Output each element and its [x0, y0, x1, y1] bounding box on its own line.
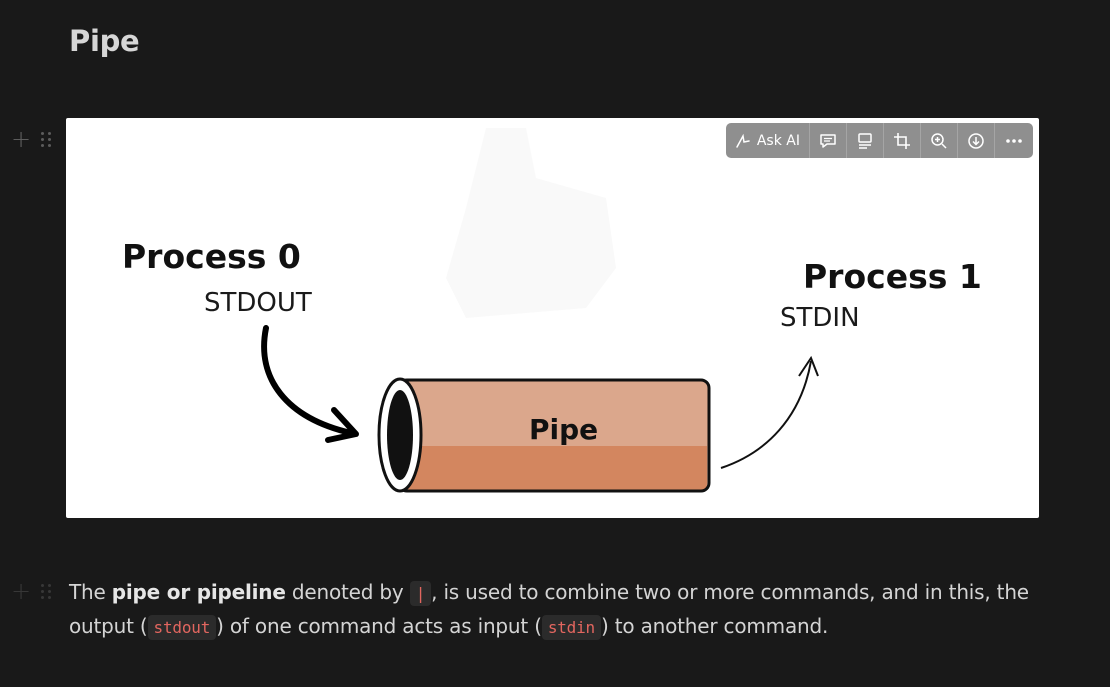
- add-block-icon[interactable]: +: [11, 127, 31, 151]
- download-button[interactable]: [958, 123, 995, 158]
- pipe-diagram: Process 0 STDOUT Process 1 STDIN Pipe: [122, 128, 982, 493]
- stdin-arrow: [720, 360, 812, 469]
- ask-ai-label: Ask AI: [756, 132, 800, 149]
- process0-stream: STDOUT: [204, 288, 312, 318]
- process1-title: Process 1: [803, 257, 982, 296]
- description-paragraph: The pipe or pipeline denoted by |, is us…: [69, 576, 1029, 644]
- process0-title: Process 0: [122, 237, 301, 276]
- add-block-icon[interactable]: +: [11, 579, 31, 603]
- pipe-label: Pipe: [529, 413, 598, 446]
- inline-code-stdin: stdin: [541, 615, 601, 640]
- inline-code-stdout: stdout: [147, 615, 217, 640]
- page-title: Pipe: [69, 24, 140, 58]
- crop-button[interactable]: [884, 123, 921, 158]
- process1-stream: STDIN: [780, 303, 860, 333]
- ai-sparkle-icon: [735, 133, 751, 149]
- more-button[interactable]: [995, 123, 1033, 158]
- zoom-in-icon: [930, 132, 948, 150]
- zoom-in-button[interactable]: [921, 123, 958, 158]
- comment-button[interactable]: [810, 123, 847, 158]
- pipe-diagram-image[interactable]: Process 0 STDOUT Process 1 STDIN Pipe As…: [66, 118, 1039, 518]
- comment-icon: [819, 132, 837, 150]
- paragraph-text: The: [69, 580, 112, 604]
- drag-handle-icon[interactable]: [41, 131, 52, 147]
- paragraph-bold-text: pipe or pipeline: [111, 580, 286, 604]
- ask-ai-button[interactable]: Ask AI: [726, 123, 810, 158]
- paragraph-text: ) to another command.: [600, 614, 829, 638]
- download-icon: [967, 132, 985, 150]
- image-toolbar: Ask AI: [725, 123, 1033, 158]
- paragraph-block-handle[interactable]: +: [11, 579, 52, 603]
- caption-button[interactable]: [847, 123, 884, 158]
- caption-icon: [856, 132, 874, 150]
- more-icon: [1004, 132, 1024, 150]
- inline-code-pipe: |: [409, 581, 432, 606]
- crop-icon: [893, 132, 911, 150]
- drag-handle-icon[interactable]: [41, 583, 52, 599]
- paragraph-text: denoted by: [285, 580, 410, 604]
- paragraph-text: ) of one command acts as input (: [216, 614, 542, 638]
- image-block-handle[interactable]: +: [11, 127, 52, 151]
